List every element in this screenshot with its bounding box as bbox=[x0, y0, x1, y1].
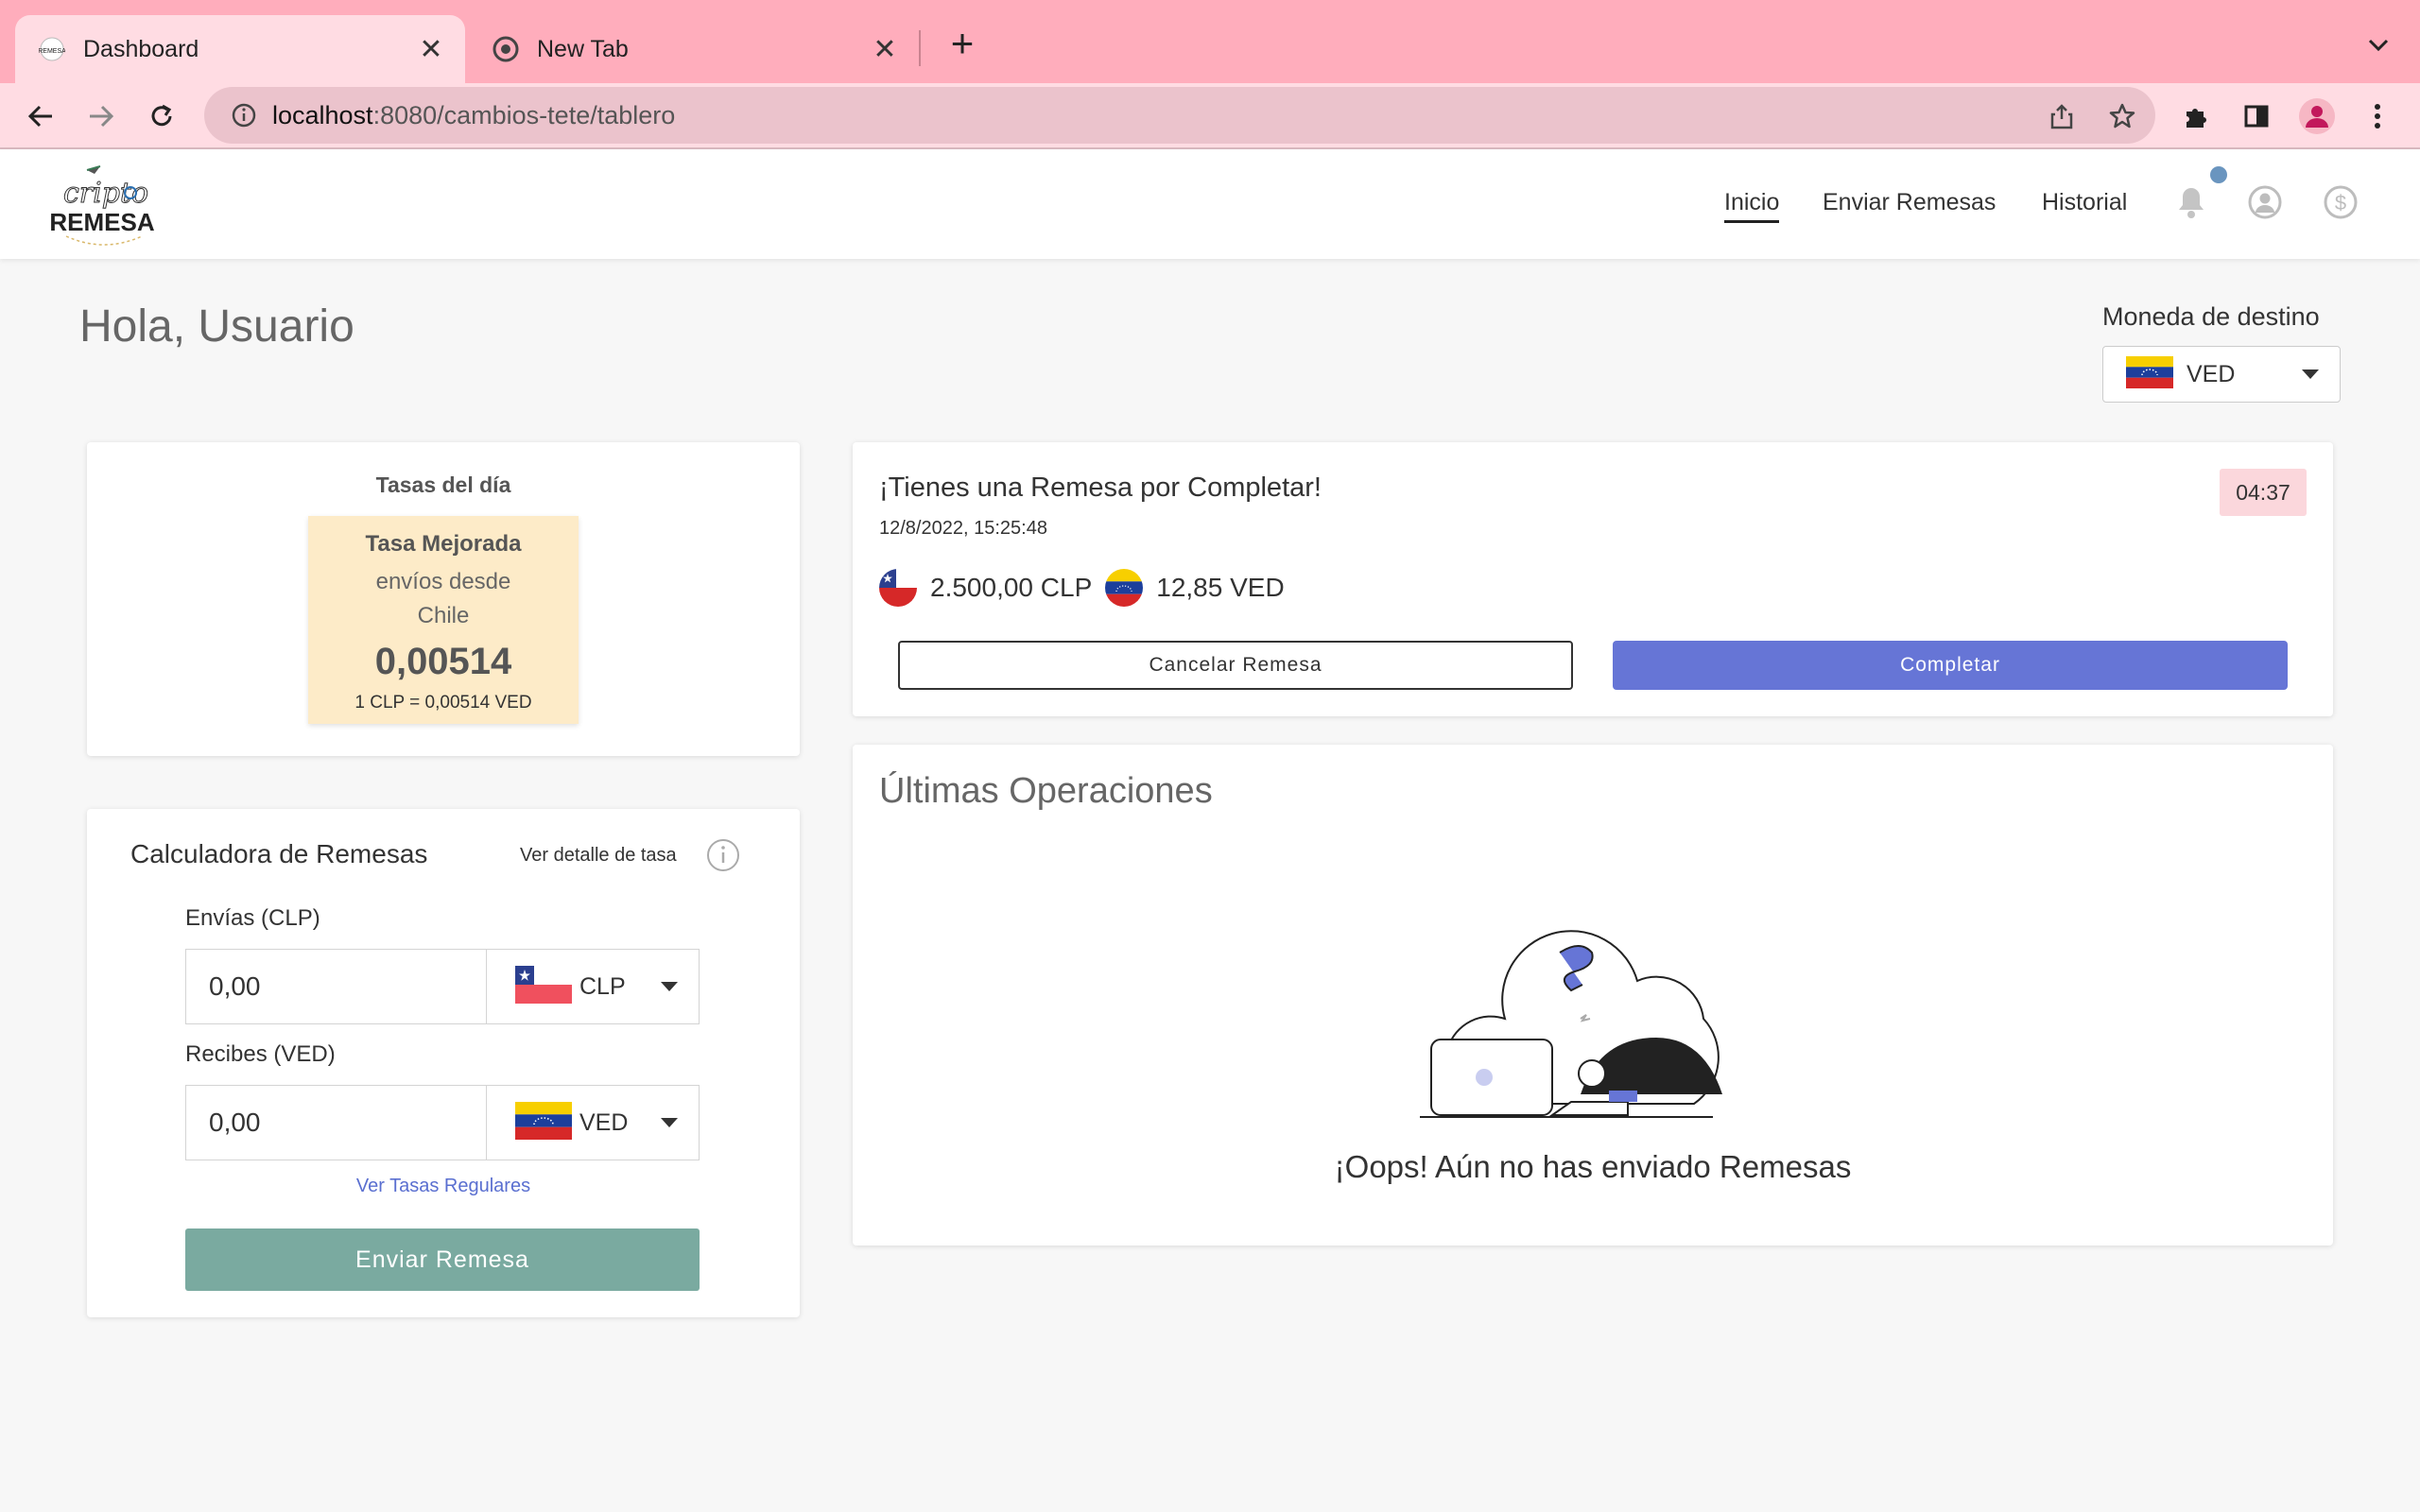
star-icon[interactable] bbox=[2100, 94, 2144, 138]
tab-title: Dashboard bbox=[83, 35, 199, 62]
daily-rates-card: Tasas del día Tasa Mejorada envíos desde… bbox=[87, 442, 800, 756]
pending-title: ¡Tienes una Remesa por Completar! bbox=[879, 472, 1322, 503]
chrome-favicon-icon bbox=[492, 35, 520, 63]
pending-remittance-card: ¡Tienes una Remesa por Completar! 12/8/2… bbox=[853, 442, 2333, 716]
caret-down-icon bbox=[661, 982, 678, 991]
pending-date: 12/8/2022, 15:25:48 bbox=[879, 518, 1047, 539]
menu-icon[interactable] bbox=[2356, 94, 2399, 138]
nav-inicio[interactable]: Inicio bbox=[1724, 189, 1780, 223]
caret-down-icon bbox=[661, 1118, 678, 1127]
rate-equivalence: 1 CLP = 0,00514 VED bbox=[354, 693, 532, 713]
calculator-title: Calculadora de Remesas bbox=[130, 839, 428, 868]
rate-detail-link[interactable]: Ver detalle de tasa bbox=[520, 845, 677, 867]
svg-text:$: $ bbox=[2335, 191, 2346, 215]
destination-currency-label: Moneda de destino bbox=[2102, 302, 2320, 331]
puzzle-icon[interactable] bbox=[2174, 94, 2218, 138]
tab-new-tab[interactable]: New Tab ✕ bbox=[469, 15, 919, 83]
reload-icon[interactable] bbox=[140, 94, 183, 138]
back-icon[interactable] bbox=[19, 94, 62, 138]
receive-currency-code: VED bbox=[579, 1108, 629, 1136]
receive-amount-input[interactable] bbox=[185, 1085, 486, 1160]
bell-icon[interactable] bbox=[2172, 183, 2210, 221]
send-amount-group: CLP bbox=[185, 949, 700, 1024]
nav-enviar-remesas[interactable]: Enviar Remesas bbox=[1823, 189, 1996, 216]
tab-separator bbox=[919, 30, 921, 66]
destination-currency-select[interactable]: VED bbox=[2102, 346, 2341, 403]
tab-search-chevron-icon[interactable] bbox=[2358, 25, 2399, 66]
url-text: localhost:8080/cambios-tete/tablero bbox=[272, 101, 675, 130]
new-tab-icon[interactable]: + bbox=[942, 24, 983, 66]
user-icon[interactable] bbox=[2246, 183, 2284, 221]
close-tab-icon[interactable]: ✕ bbox=[868, 32, 902, 66]
app-navbar: cripto REMESA Inicio Enviar Remesas Hist… bbox=[0, 149, 2420, 259]
browser-tabstrip: REMESA Dashboard ✕ New Tab ✕ + bbox=[0, 0, 2420, 83]
venezuela-flag-icon bbox=[1105, 569, 1144, 607]
remittance-calculator-card: Calculadora de Remesas Ver detalle de ta… bbox=[87, 809, 800, 1317]
receive-amount-label: Recibes (VED) bbox=[185, 1041, 336, 1067]
send-amount-input[interactable] bbox=[185, 949, 486, 1024]
svg-text:REMESA: REMESA bbox=[49, 208, 154, 236]
tab-dashboard[interactable]: REMESA Dashboard ✕ bbox=[15, 15, 465, 83]
send-amount-label: Envías (CLP) bbox=[185, 905, 320, 931]
rates-title: Tasas del día bbox=[375, 472, 511, 497]
complete-remittance-button[interactable]: Completar bbox=[1613, 641, 2288, 690]
send-remittance-button[interactable]: Enviar Remesa bbox=[185, 1228, 700, 1291]
share-icon[interactable] bbox=[2040, 94, 2083, 138]
receive-currency-select[interactable]: VED bbox=[486, 1085, 700, 1160]
last-operations-card: Últimas Operaciones ¡Oops! Aún no has en… bbox=[853, 745, 2333, 1246]
destination-currency-code: VED bbox=[2187, 360, 2236, 387]
caret-down-icon bbox=[2302, 369, 2319, 379]
cancel-remittance-button[interactable]: Cancelar Remesa bbox=[898, 641, 1573, 690]
regular-rates-link[interactable]: Ver Tasas Regulares bbox=[87, 1176, 800, 1197]
receive-amount-group: VED bbox=[185, 1085, 700, 1160]
notification-badge bbox=[2210, 166, 2227, 183]
sleeping-person-illustration bbox=[1420, 915, 1760, 1132]
site-info-icon[interactable] bbox=[216, 102, 272, 129]
improved-rate-title: Tasa Mejorada bbox=[365, 531, 522, 557]
improved-rate-subtitle: envíos desde Chile bbox=[308, 565, 579, 633]
info-icon[interactable] bbox=[705, 837, 741, 873]
url-host: localhost bbox=[272, 100, 373, 129]
remesa-favicon-icon: REMESA bbox=[38, 35, 66, 63]
improved-rate-box: Tasa Mejorada envíos desde Chile 0,00514… bbox=[308, 516, 579, 724]
pending-receive-amount: 12,85 VED bbox=[1156, 573, 1285, 602]
pending-send-amount: 2.500,00 CLP bbox=[930, 573, 1093, 602]
venezuela-flag-icon bbox=[515, 1101, 572, 1144]
send-currency-code: CLP bbox=[579, 972, 626, 1000]
chile-flag-icon bbox=[515, 965, 572, 1008]
sidepanel-icon[interactable] bbox=[2235, 94, 2278, 138]
address-bar[interactable]: localhost:8080/cambios-tete/tablero bbox=[204, 87, 2155, 144]
improved-rate-value: 0,00514 bbox=[374, 641, 512, 682]
send-currency-select[interactable]: CLP bbox=[486, 949, 700, 1024]
operations-title: Últimas Operaciones bbox=[879, 771, 1213, 811]
dollar-icon[interactable]: $ bbox=[2322, 183, 2360, 221]
empty-operations-message: ¡Oops! Aún no has enviado Remesas bbox=[1334, 1149, 1852, 1184]
url-path: :8080/cambios-tete/tablero bbox=[372, 100, 676, 129]
profile-icon[interactable] bbox=[2295, 94, 2339, 138]
chile-flag-icon bbox=[879, 569, 917, 607]
tab-title: New Tab bbox=[537, 35, 629, 62]
pending-amounts: 2.500,00 CLP 12,85 VED bbox=[879, 569, 1285, 607]
forward-icon[interactable] bbox=[79, 94, 123, 138]
countdown-timer: 04:37 bbox=[2220, 469, 2307, 516]
improved-rate-line2: Chile bbox=[417, 603, 470, 628]
browser-toolbar: localhost:8080/cambios-tete/tablero bbox=[0, 83, 2420, 149]
nav-historial[interactable]: Historial bbox=[2042, 189, 2127, 216]
greeting-title: Hola, Usuario bbox=[79, 301, 354, 352]
venezuela-flag-icon bbox=[2126, 355, 2173, 393]
close-tab-icon[interactable]: ✕ bbox=[414, 32, 448, 66]
cripto-remesa-logo[interactable]: cripto REMESA bbox=[47, 159, 170, 249]
svg-text:REMESA: REMESA bbox=[39, 48, 65, 55]
improved-rate-line1: envíos desde bbox=[375, 569, 511, 594]
